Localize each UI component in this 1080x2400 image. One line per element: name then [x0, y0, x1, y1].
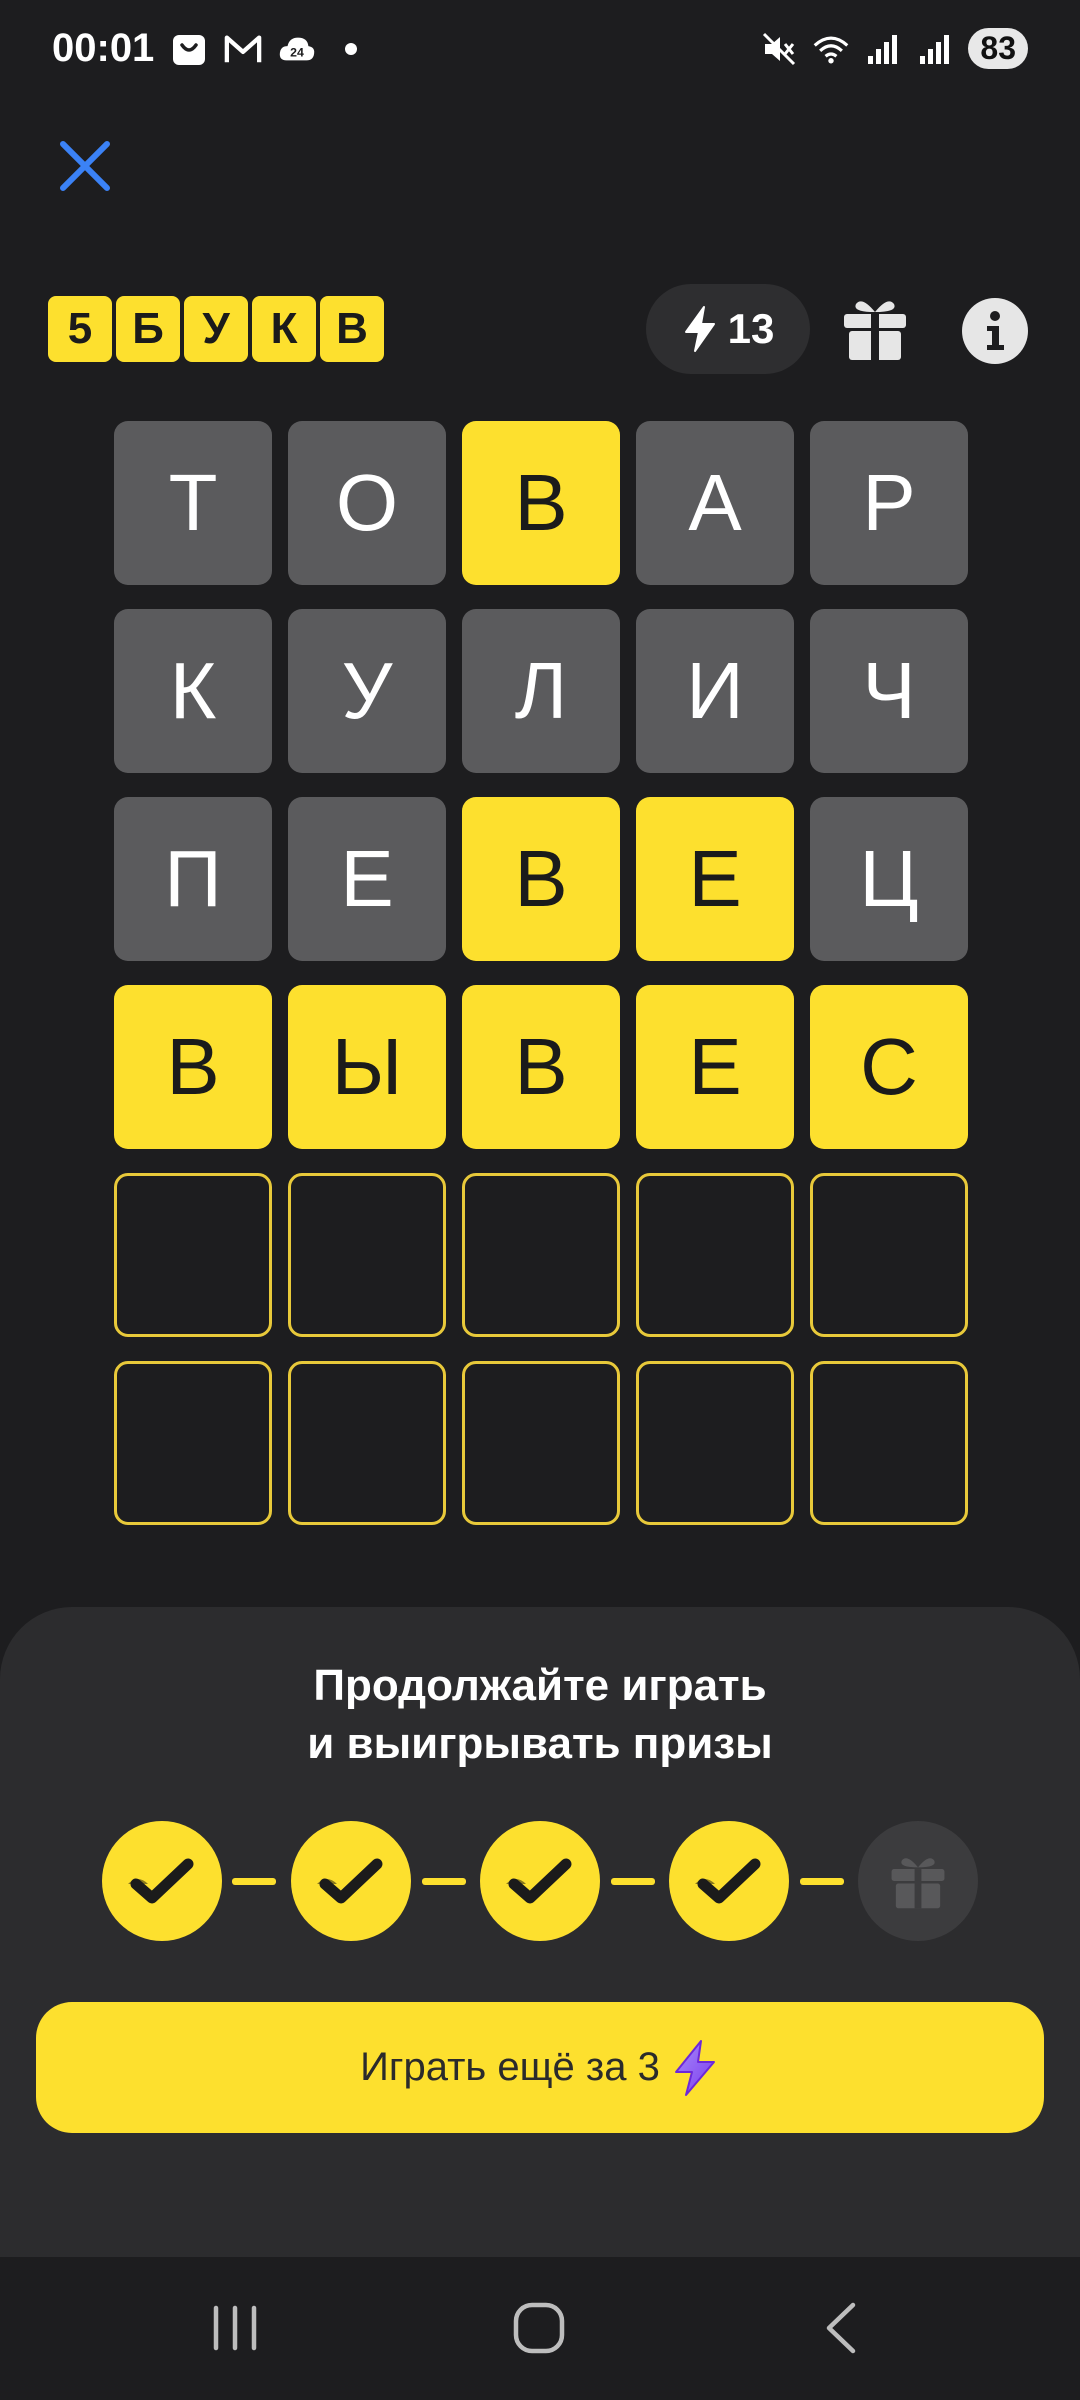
gift-button[interactable] — [842, 294, 908, 362]
letter-tile: У — [288, 609, 446, 773]
empty-tile — [288, 1361, 446, 1525]
status-system-icons: 83 — [760, 28, 1028, 69]
letter-tile: В — [462, 421, 620, 585]
prize-progress — [0, 1821, 1080, 1943]
letter-tile: Ч — [810, 609, 968, 773]
progress-step-gift — [858, 1821, 978, 1941]
recent-apps-button[interactable] — [200, 2297, 270, 2359]
word-grid: ТОВАРКУЛИЧПЕВЕЦВЫВЕС — [114, 421, 968, 1525]
letter-tile: Е — [636, 797, 794, 961]
check-icon — [506, 1858, 572, 1904]
check-icon — [695, 1858, 761, 1904]
sheet-title-line2: и выигрывать призы — [307, 1719, 773, 1768]
letter-tile: К — [114, 609, 272, 773]
gmail-icon — [224, 30, 262, 68]
logo-letter: К — [252, 296, 316, 362]
letter-tile: С — [810, 985, 968, 1149]
game-logo: 5 Б У К В — [48, 296, 384, 362]
empty-tile — [114, 1361, 272, 1525]
status-notification-icons: 24 — [170, 30, 370, 68]
bottom-sheet: Продолжайте играть и выигрывать призы Иг… — [0, 1607, 1080, 2257]
signal-icon — [864, 30, 902, 68]
gift-icon — [844, 301, 906, 360]
letter-tile: И — [636, 609, 794, 773]
empty-tile — [114, 1173, 272, 1337]
dot-icon — [332, 30, 370, 68]
play-again-label: Играть ещё за 3 — [360, 2045, 660, 2089]
wifi-icon — [812, 30, 850, 68]
letter-tile: Ц — [810, 797, 968, 961]
shopping-bag-icon — [170, 30, 208, 68]
empty-tile — [462, 1173, 620, 1337]
empty-tile — [636, 1361, 794, 1525]
back-icon — [826, 2302, 856, 2354]
info-icon — [987, 311, 1004, 350]
progress-step-done — [480, 1821, 600, 1941]
progress-connector — [232, 1878, 276, 1885]
home-icon — [513, 2302, 565, 2354]
letter-tile: В — [462, 985, 620, 1149]
energy-counter-button[interactable]: 13 — [646, 284, 810, 374]
battery-level: 83 — [968, 28, 1028, 69]
letter-tile: Р — [810, 421, 968, 585]
signal-icon — [916, 30, 954, 68]
gift-icon — [891, 1858, 945, 1909]
cloud-24-icon: 24 — [278, 30, 316, 68]
empty-tile — [288, 1173, 446, 1337]
empty-tile — [810, 1361, 968, 1525]
letter-tile: Т — [114, 421, 272, 585]
empty-tile — [636, 1173, 794, 1337]
empty-tile — [810, 1173, 968, 1337]
close-icon — [60, 141, 110, 191]
check-icon — [317, 1858, 383, 1904]
progress-connector — [611, 1878, 655, 1885]
navigation-bar — [0, 2257, 1080, 2400]
letter-tile: П — [114, 797, 272, 961]
lightning-icon — [674, 2039, 715, 2096]
sheet-title: Продолжайте играть и выигрывать призы — [0, 1657, 1080, 1773]
logo-letter: У — [184, 296, 248, 362]
close-button[interactable] — [55, 136, 115, 196]
progress-step-done — [291, 1821, 411, 1941]
logo-letter: Б — [116, 296, 180, 362]
progress-connector — [422, 1878, 466, 1885]
letter-tile: Ы — [288, 985, 446, 1149]
progress-step-done — [669, 1821, 789, 1941]
check-icon — [128, 1858, 194, 1904]
status-bar: 00:01 24 83 — [0, 0, 1080, 100]
status-time: 00:01 — [52, 26, 155, 70]
letter-tile: А — [636, 421, 794, 585]
letter-tile: В — [114, 985, 272, 1149]
logo-letter: В — [320, 296, 384, 362]
progress-connector — [800, 1878, 844, 1885]
letter-tile: В — [462, 797, 620, 961]
info-button[interactable] — [962, 298, 1028, 364]
lightning-icon — [684, 306, 715, 352]
recent-apps-icon — [213, 2305, 257, 2351]
home-button[interactable] — [504, 2297, 574, 2359]
energy-count: 13 — [727, 305, 775, 352]
progress-step-done — [102, 1821, 222, 1941]
logo-letter: 5 — [48, 296, 112, 362]
back-button[interactable] — [806, 2297, 876, 2359]
empty-tile — [462, 1361, 620, 1525]
svg-text:24: 24 — [290, 46, 304, 60]
sheet-title-line1: Продолжайте играть — [313, 1661, 767, 1710]
mute-icon — [760, 30, 798, 68]
letter-tile: Е — [288, 797, 446, 961]
letter-tile: О — [288, 421, 446, 585]
play-again-button[interactable]: Играть ещё за 3 — [36, 2002, 1044, 2133]
letter-tile: Е — [636, 985, 794, 1149]
letter-tile: Л — [462, 609, 620, 773]
